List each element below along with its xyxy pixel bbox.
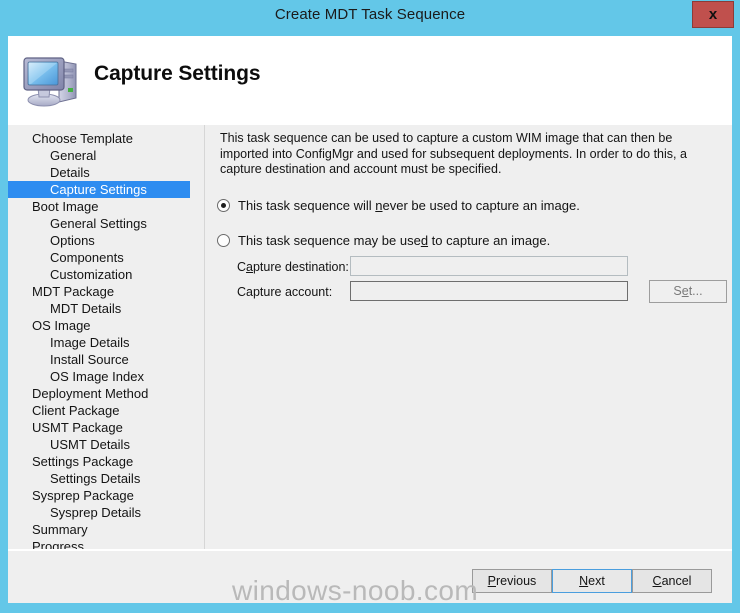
cancel-button[interactable]: Cancel [632,569,712,593]
sidebar-item-sysprep-details[interactable]: Sysprep Details [8,504,204,521]
sidebar-item-deployment-method[interactable]: Deployment Method [8,385,204,402]
sidebar-item-client-package[interactable]: Client Package [8,402,204,419]
sidebar-item-components[interactable]: Components [8,249,204,266]
sidebar-item-sysprep-package[interactable]: Sysprep Package [8,487,204,504]
previous-button[interactable]: Previous [472,569,552,593]
wizard-steps-list: Choose Template General Details Capture Set… [8,130,204,572]
content-panel: This task sequence can be used to captur… [205,125,732,603]
wizard-steps-sidebar: Choose Template General Details Capture Set… [8,125,204,603]
set-button[interactable]: Set... [649,280,727,303]
sidebar-item-os-image-index[interactable]: OS Image Index [8,368,204,385]
sidebar-item-mdt-package[interactable]: MDT Package [8,283,204,300]
dialog-body: Choose Template General Details Capture Set… [8,125,732,603]
sidebar-item-usmt-package[interactable]: USMT Package [8,419,204,436]
sidebar-item-boot-image[interactable]: Boot Image [8,198,204,215]
radio-may-capture-mark[interactable] [217,234,230,247]
sidebar-item-settings-details[interactable]: Settings Details [8,470,204,487]
capture-account-input[interactable] [350,281,628,301]
sidebar-item-usmt-details[interactable]: USMT Details [8,436,204,453]
dialog-footer: Previous Next Cancel [8,551,732,603]
radio-may-capture-label: This task sequence may be used to captur… [238,233,551,248]
sidebar-item-settings-package[interactable]: Settings Package [8,453,204,470]
computer-monitor-icon [18,44,86,112]
sidebar-item-customization[interactable]: Customization [8,266,204,283]
sidebar-item-details[interactable]: Details [8,164,204,181]
radio-never-capture-mark[interactable] [217,199,230,212]
page-title: Capture Settings [94,62,261,85]
capture-destination-input[interactable] [350,256,628,276]
sidebar-item-summary[interactable]: Summary [8,521,204,538]
sidebar-item-os-image[interactable]: OS Image [8,317,204,334]
next-button[interactable]: Next [552,569,632,593]
sidebar-item-choose-template[interactable]: Choose Template [8,130,204,147]
sidebar-item-image-details[interactable]: Image Details [8,334,204,351]
capture-account-label: Capture account: [237,285,333,299]
sidebar-item-capture-settings[interactable]: Capture Settings [8,181,190,198]
window-title: Create MDT Task Sequence [274,6,466,23]
sidebar-item-mdt-details[interactable]: MDT Details [8,300,204,317]
sidebar-item-options[interactable]: Options [8,232,204,249]
create-mdt-task-sequence-dialog: Create MDT Task Sequence x Capture Setti… [0,0,740,613]
radio-never-capture-label: This task sequence will never be used to… [238,198,580,213]
sidebar-item-install-source[interactable]: Install Source [8,351,204,368]
sidebar-item-general[interactable]: General [8,147,204,164]
close-icon[interactable]: x [692,1,734,28]
description-text: This task sequence can be used to captur… [220,131,687,176]
sidebar-item-general-settings[interactable]: General Settings [8,215,204,232]
title-bar: Create MDT Task Sequence x [0,0,740,30]
page-header: Capture Settings [8,36,732,125]
capture-destination-label: Capture destination: [237,260,349,274]
